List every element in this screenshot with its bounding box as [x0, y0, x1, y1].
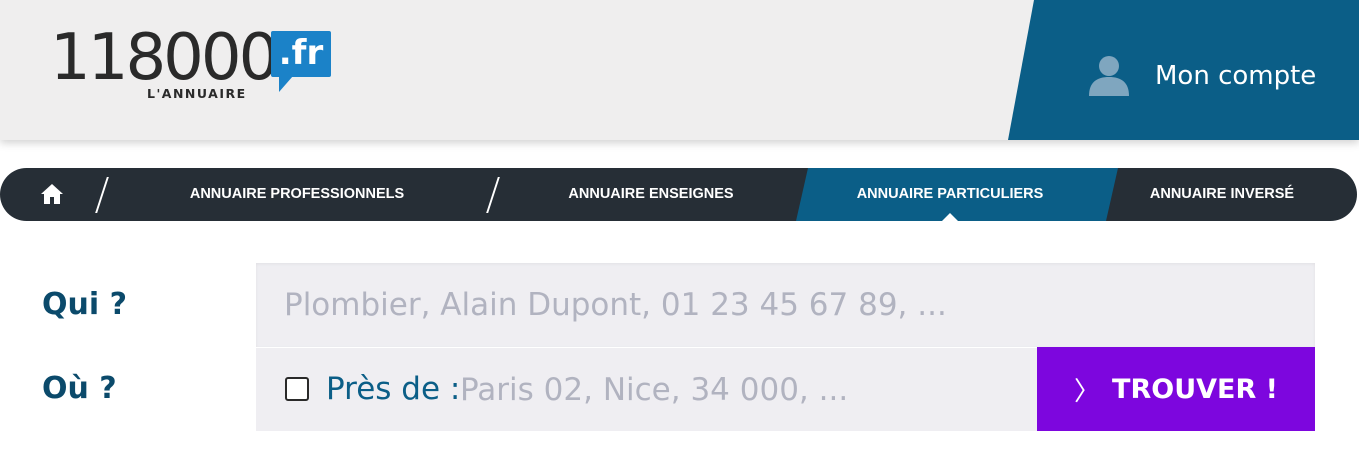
near-label: Près de : — [326, 371, 461, 407]
who-search-input[interactable] — [256, 263, 1315, 347]
nav-separator — [95, 177, 109, 213]
nav-separator — [486, 177, 500, 213]
user-icon — [1089, 56, 1129, 96]
nav-item-professionnels[interactable]: ANNUAIRE PROFESSIONNELS — [140, 168, 454, 221]
main-nav: ANNUAIRE PROFESSIONNELS ANNUAIRE ENSEIGN… — [0, 168, 1357, 221]
where-label: Où ? — [42, 371, 117, 406]
logo-digits: 118000 — [50, 21, 279, 95]
site-header: 118000 .fr L'ANNUAIRE Mon compte — [0, 0, 1359, 140]
find-button-label: TROUVER ! — [1112, 373, 1278, 405]
account-button[interactable]: Mon compte — [1008, 0, 1359, 140]
who-label: Qui ? — [42, 287, 127, 322]
chevron-right-icon: 〉 — [1074, 376, 1101, 407]
nav-active-pointer — [942, 213, 958, 221]
nav-item-inverse[interactable]: ANNUAIRE INVERSÉ — [1120, 168, 1324, 221]
home-icon[interactable] — [40, 183, 64, 205]
nav-item-enseignes[interactable]: ANNUAIRE ENSEIGNES — [530, 168, 772, 221]
near-checkbox[interactable] — [285, 377, 309, 401]
logo-tld-badge: .fr — [271, 31, 331, 77]
site-logo[interactable]: 118000 .fr L'ANNUAIRE — [50, 26, 340, 106]
logo-speech-tail — [279, 76, 293, 92]
find-button[interactable]: 〉 TROUVER ! — [1037, 347, 1315, 431]
account-label: Mon compte — [1155, 61, 1317, 91]
logo-tagline: L'ANNUAIRE — [147, 86, 247, 101]
where-search-input[interactable] — [460, 348, 1030, 431]
